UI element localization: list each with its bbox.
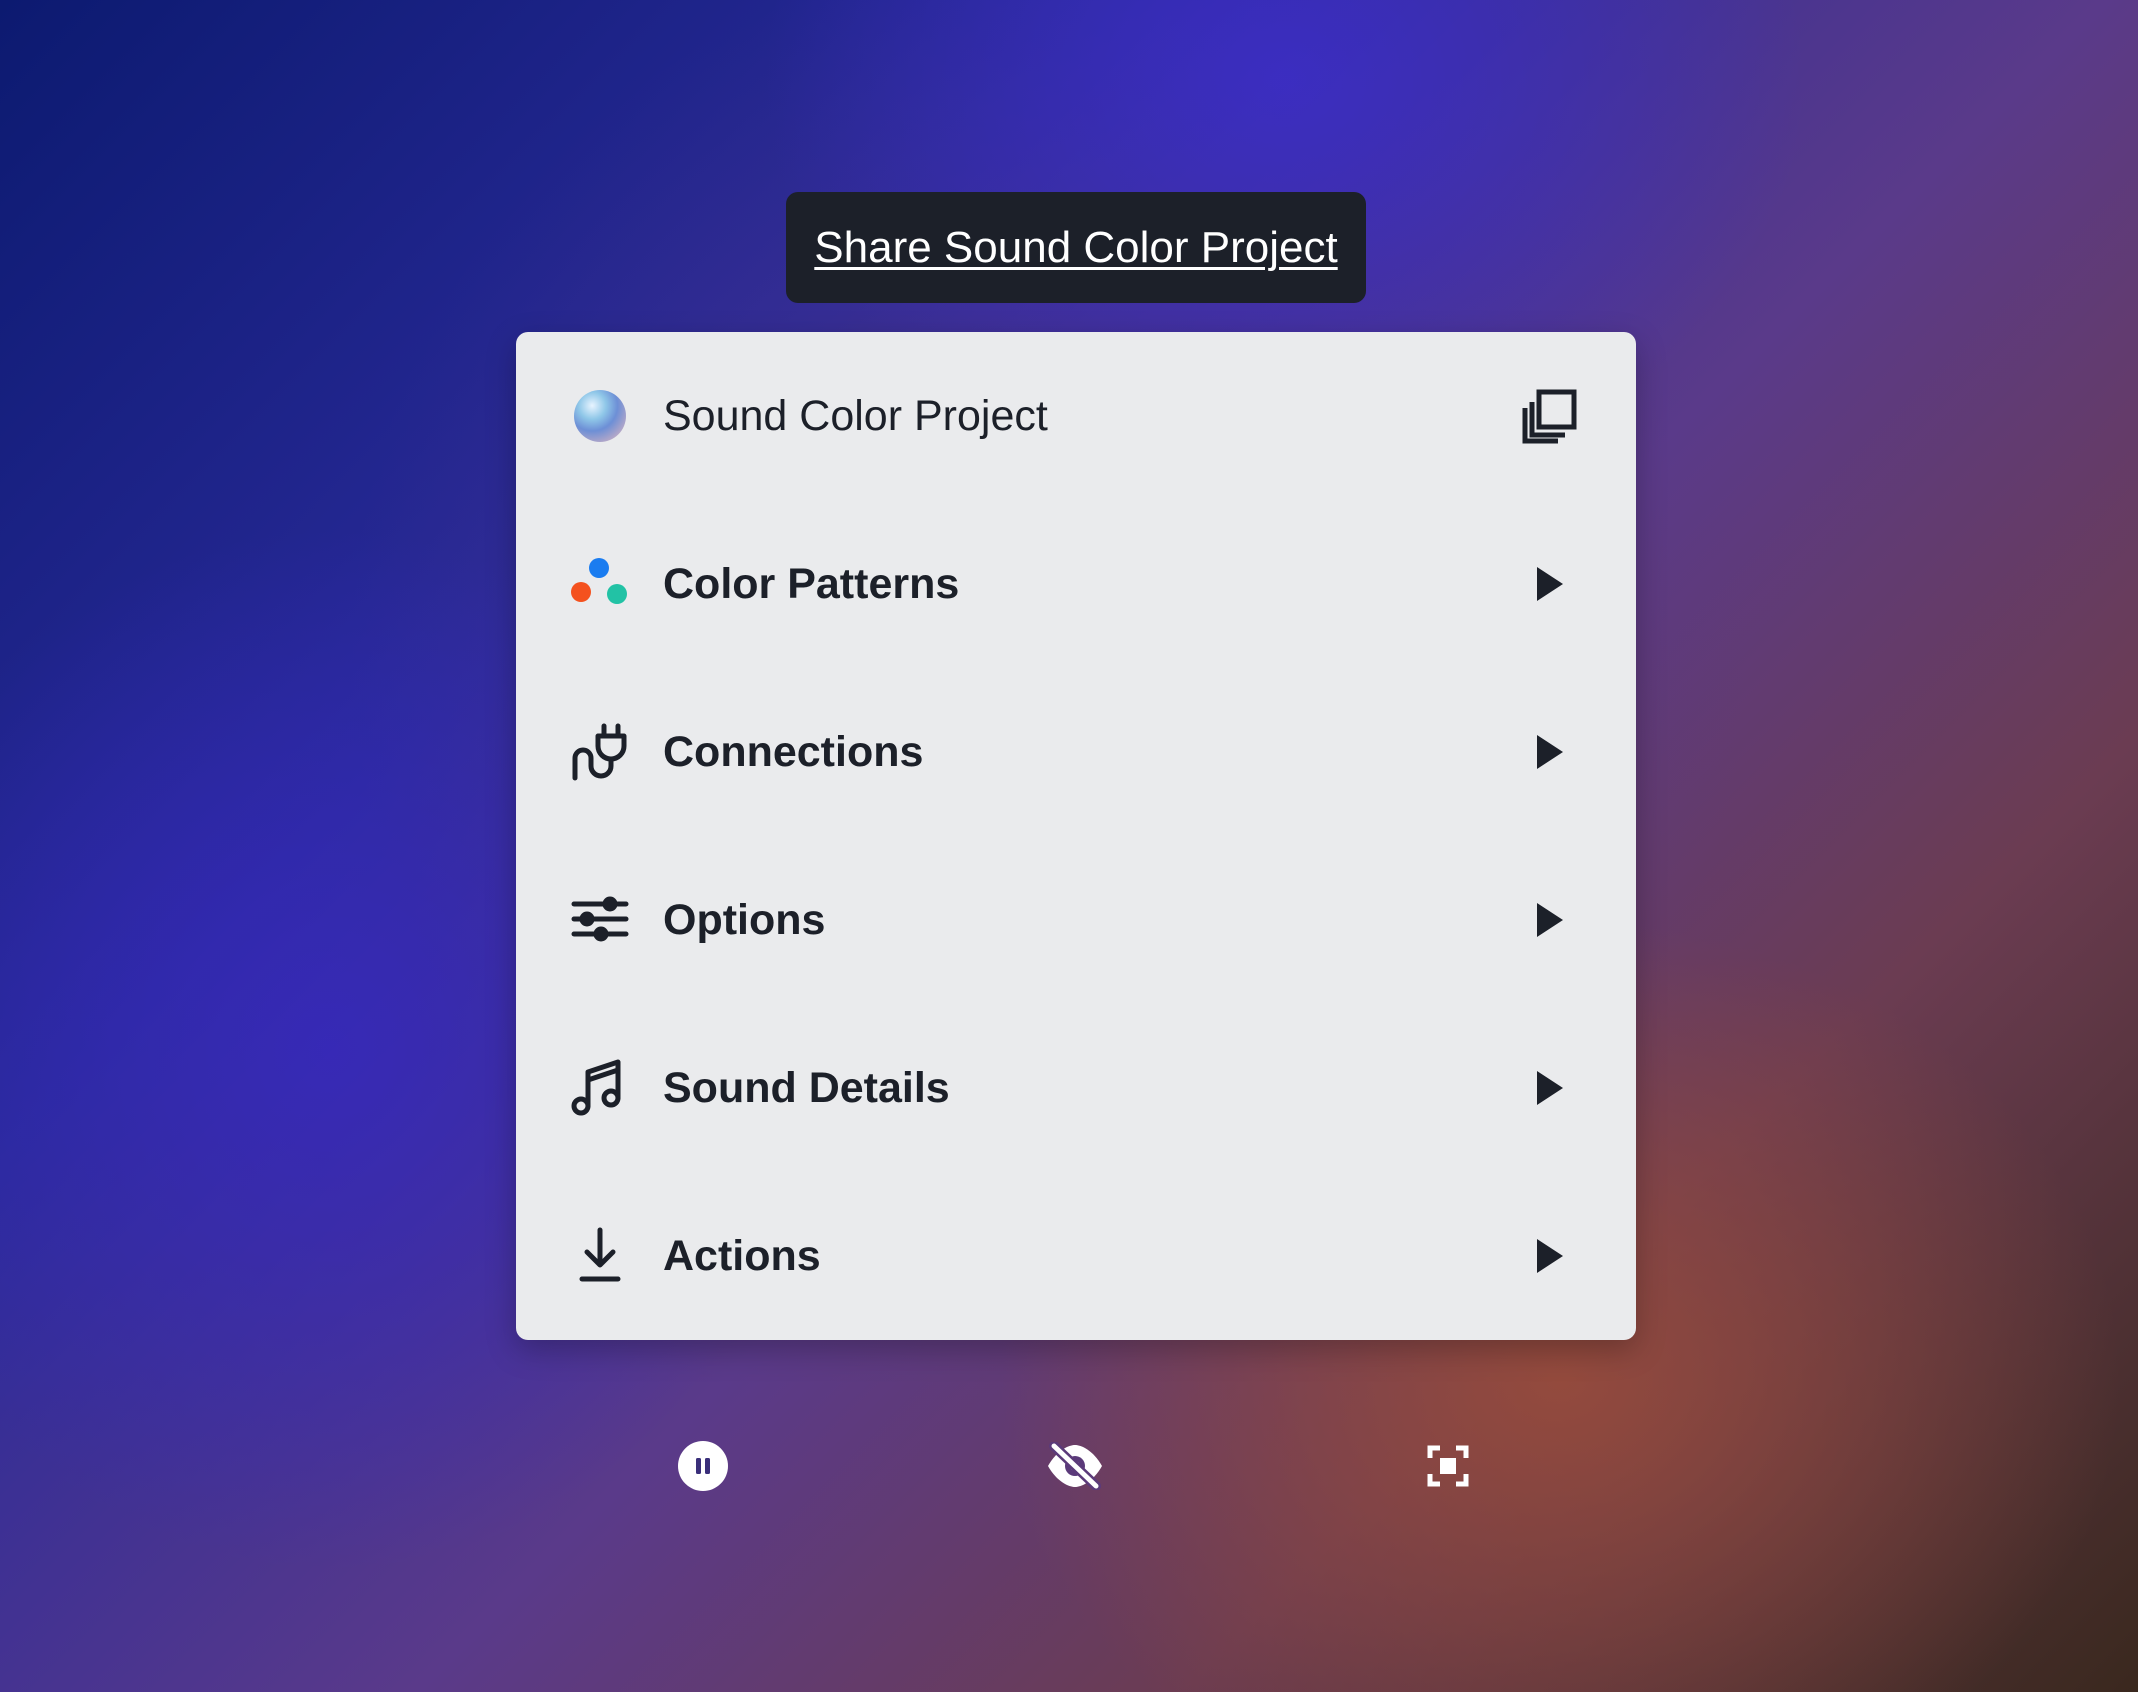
play-arrow-icon <box>1520 554 1580 614</box>
pause-icon <box>678 1441 728 1491</box>
focus-frame-icon <box>1427 1445 1469 1487</box>
project-title: Sound Color Project <box>663 391 1048 440</box>
play-arrow-icon <box>1520 722 1580 782</box>
download-icon <box>570 1226 630 1286</box>
menu-item-options[interactable]: Options <box>516 836 1636 1004</box>
sliders-icon <box>570 890 630 950</box>
music-note-icon <box>570 1058 630 1118</box>
menu-item-label: Sound Details <box>663 1063 950 1112</box>
menu-item-label: Actions <box>663 1231 821 1280</box>
context-menu: Sound Color Project Color Patterns Conne… <box>516 332 1636 1340</box>
share-tooltip[interactable]: Share Sound Color Project <box>786 192 1366 303</box>
play-arrow-icon <box>1520 1058 1580 1118</box>
copy-icon[interactable] <box>1520 386 1580 446</box>
menu-item-sound-details[interactable]: Sound Details <box>516 1004 1636 1172</box>
gradient-sphere-icon <box>570 386 630 446</box>
menu-item-connections[interactable]: Connections <box>516 668 1636 836</box>
menu-item-label: Color Patterns <box>663 559 960 608</box>
menu-item-label: Connections <box>663 727 924 776</box>
play-arrow-icon <box>1520 1226 1580 1286</box>
share-link[interactable]: Share Sound Color Project <box>814 223 1337 273</box>
plug-icon <box>570 722 630 782</box>
menu-item-color-patterns[interactable]: Color Patterns <box>516 500 1636 668</box>
menu-header: Sound Color Project <box>516 332 1636 500</box>
menu-item-actions[interactable]: Actions <box>516 1172 1636 1340</box>
eye-off-icon <box>1048 1442 1102 1490</box>
hide-button[interactable] <box>1045 1436 1105 1496</box>
focus-button[interactable] <box>1418 1436 1478 1496</box>
play-arrow-icon <box>1520 890 1580 950</box>
pause-button[interactable] <box>673 1436 733 1496</box>
color-dots-icon <box>570 554 630 614</box>
menu-item-label: Options <box>663 895 826 944</box>
